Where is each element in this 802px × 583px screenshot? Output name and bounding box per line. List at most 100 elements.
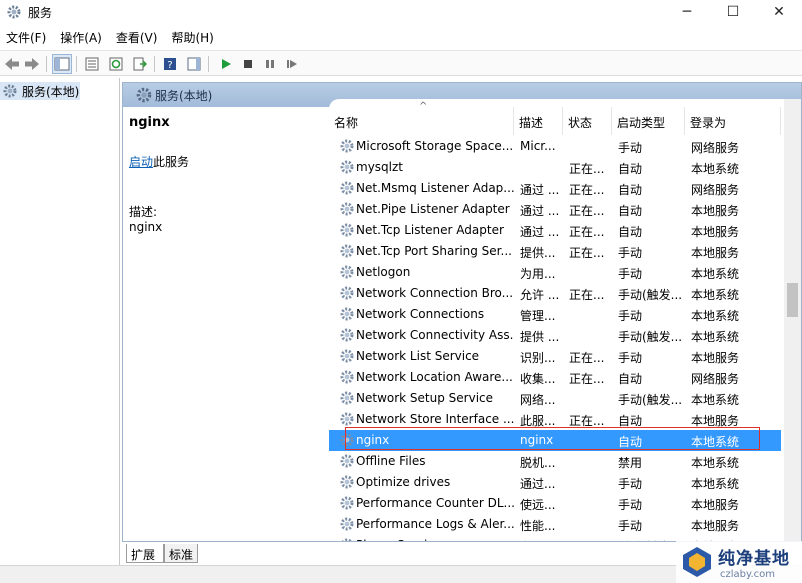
service-startup-type-cell: 手动	[618, 246, 643, 260]
menu-action[interactable]: 操作(A)	[54, 26, 110, 48]
services-panel: 服务(本地) nginx 启动此服务 描述: nginx ^ 名称 描述 状态 …	[122, 82, 802, 542]
table-row[interactable]: Network Connection Bro... 允许 ... 正在... 手动(触…	[329, 283, 781, 304]
maximize-button[interactable]: ☐	[710, 0, 756, 24]
service-logon-cell: 本地系统	[691, 162, 740, 176]
start-service-link[interactable]: 启动	[129, 155, 153, 169]
table-row[interactable]: Net.Msmq Listener Adap... 通过 ... 正在... 自动 网络…	[329, 178, 781, 199]
table-row[interactable]: mysqlzt 正在... 自动 本地系统	[329, 157, 781, 178]
menu-help[interactable]: 帮助(H)	[165, 26, 221, 48]
service-name-cell: Performance Counter DL...	[356, 496, 514, 510]
stop-service-icon[interactable]	[238, 54, 258, 74]
service-name-cell: Network Location Aware...	[356, 370, 513, 384]
service-description-cell: 管理...	[520, 309, 556, 323]
table-row[interactable]: Net.Pipe Listener Adapter 通过 ... 正在... 自动 本地…	[329, 199, 781, 220]
service-name-cell: Net.Tcp Listener Adapter	[356, 223, 504, 237]
export-list-icon[interactable]	[130, 54, 150, 74]
scrollbar-thumb[interactable]	[787, 283, 798, 317]
column-header-startup-type[interactable]: 启动类型	[612, 107, 685, 135]
table-row[interactable]: Performance Counter DL... 使远... 手动 本地服务	[329, 493, 781, 514]
service-logon-cell: 本地服务	[691, 519, 740, 533]
service-description-cell: 识别...	[520, 351, 556, 365]
service-name-cell: Net.Tcp Port Sharing Ser...	[356, 244, 512, 258]
service-description-cell: 使远...	[520, 498, 556, 512]
start-service-icon[interactable]	[216, 54, 236, 74]
service-startup-type-cell: 自动	[618, 225, 643, 239]
column-header-description[interactable]: 描述	[514, 107, 563, 135]
services-gear-icon	[136, 87, 152, 103]
service-name-cell: Optimize drives	[356, 475, 451, 489]
service-rows: Microsoft Storage Space... Micr... 手动 网络服务 m…	[329, 136, 781, 541]
service-startup-type-cell: 手动	[618, 309, 643, 323]
help-icon[interactable]: ?	[160, 54, 180, 74]
restart-service-icon[interactable]	[282, 54, 302, 74]
watermark-subtitle: czlaby.com	[720, 569, 776, 580]
table-row[interactable]: Network Connectivity Ass... 提供 ... 手动(触发..…	[329, 325, 781, 346]
service-description-cell: 网络...	[520, 393, 556, 407]
tab-standard[interactable]: 标准	[164, 544, 198, 563]
back-icon[interactable]	[2, 54, 22, 74]
column-header-logon-as[interactable]: 登录为	[685, 107, 781, 135]
service-startup-type-cell: 手动	[618, 267, 643, 281]
show-action-pane-icon[interactable]	[184, 54, 204, 74]
service-name-cell: Network Setup Service	[356, 391, 494, 405]
refresh-icon[interactable]	[106, 54, 126, 74]
description-value: nginx	[129, 220, 163, 234]
menu-view[interactable]: 查看(V)	[110, 26, 166, 48]
watermark-title: 纯净基地	[718, 549, 790, 569]
forward-icon[interactable]	[22, 54, 42, 74]
column-header-label: 名称	[334, 116, 359, 130]
table-row[interactable]: Network Setup Service 网络... 手动(触发... 本地系统	[329, 388, 781, 409]
table-row[interactable]: Netlogon 为用... 手动 本地系统	[329, 262, 781, 283]
service-status-cell: 正在...	[569, 288, 605, 302]
service-gear-icon	[340, 454, 354, 468]
service-name-cell: Performance Logs & Aler...	[356, 517, 514, 531]
toolbar-separator	[76, 56, 77, 72]
service-logon-cell: 网络服务	[691, 183, 740, 197]
close-button[interactable]: ✕	[756, 0, 802, 24]
menu-file[interactable]: 文件(F)	[0, 26, 54, 48]
service-gear-icon	[340, 160, 354, 174]
service-description-cell: 通过 ...	[520, 183, 560, 197]
service-name-cell: Net.Pipe Listener Adapter	[356, 202, 510, 216]
properties-icon[interactable]	[82, 54, 102, 74]
description-label: 描述:	[129, 205, 158, 219]
service-description-cell: 允许 ...	[520, 288, 560, 302]
service-description-cell: 通过...	[520, 477, 556, 491]
service-gear-icon	[340, 286, 354, 300]
tree-item-services-local[interactable]: 服务(本地)	[0, 82, 80, 100]
services-gear-icon	[3, 84, 17, 98]
show-hide-tree-icon[interactable]	[52, 54, 72, 74]
table-row[interactable]: Microsoft Storage Space... Micr... 手动 网络服务	[329, 136, 781, 157]
table-row[interactable]: Net.Tcp Listener Adapter 通过 ... 正在... 自动 本地服…	[329, 220, 781, 241]
console-tree: 服务(本地)	[0, 78, 120, 583]
service-description-pane: nginx 启动此服务 描述: nginx	[123, 107, 329, 541]
service-logon-cell: 本地系统	[691, 288, 740, 302]
table-row[interactable]: Network Location Aware... 收集... 正在... 自动 网络服…	[329, 367, 781, 388]
column-header-status[interactable]: 状态	[563, 107, 612, 135]
service-description-cell: 通过 ...	[520, 225, 560, 239]
service-startup-type-cell: 手动	[618, 498, 643, 512]
service-status-cell: 正在...	[569, 246, 605, 260]
table-row[interactable]: Network Connections 管理... 手动 本地系统	[329, 304, 781, 325]
pause-service-icon[interactable]	[260, 54, 280, 74]
services-list: ^ 名称 描述 状态 启动类型 登录为 Microsoft Storage Sp…	[329, 99, 801, 541]
service-startup-type-cell: 手动(触发...	[618, 393, 683, 407]
service-status-cell: 正在...	[569, 372, 605, 386]
tab-extended[interactable]: 扩展	[126, 544, 164, 563]
minimize-button[interactable]: ─	[664, 0, 710, 24]
table-row[interactable]: Network List Service 识别... 正在... 手动 本地服务	[329, 346, 781, 367]
menu-bar: 文件(F) 操作(A) 查看(V) 帮助(H)	[0, 26, 802, 48]
vertical-scrollbar[interactable]	[784, 99, 801, 541]
service-logon-cell: 本地系统	[691, 267, 740, 281]
table-row[interactable]: Performance Logs & Aler... 性能... 手动 本地服务	[329, 514, 781, 535]
table-row[interactable]: Optimize drives 通过... 手动 本地系统	[329, 472, 781, 493]
table-row[interactable]: Net.Tcp Port Sharing Ser... 提供... 正在... 手动 本…	[329, 241, 781, 262]
service-startup-type-cell: 手动(触发...	[618, 330, 683, 344]
service-description-cell: 提供 ...	[520, 330, 560, 344]
site-watermark: 纯净基地 czlaby.com	[676, 541, 802, 583]
toolbar-separator	[154, 56, 155, 72]
table-row[interactable]: Offline Files 脱机... 禁用 本地系统	[329, 451, 781, 472]
column-headers: ^ 名称 描述 状态 启动类型 登录为	[329, 101, 781, 135]
services-gear-icon	[7, 5, 21, 19]
column-header-name[interactable]: ^ 名称	[329, 101, 514, 135]
